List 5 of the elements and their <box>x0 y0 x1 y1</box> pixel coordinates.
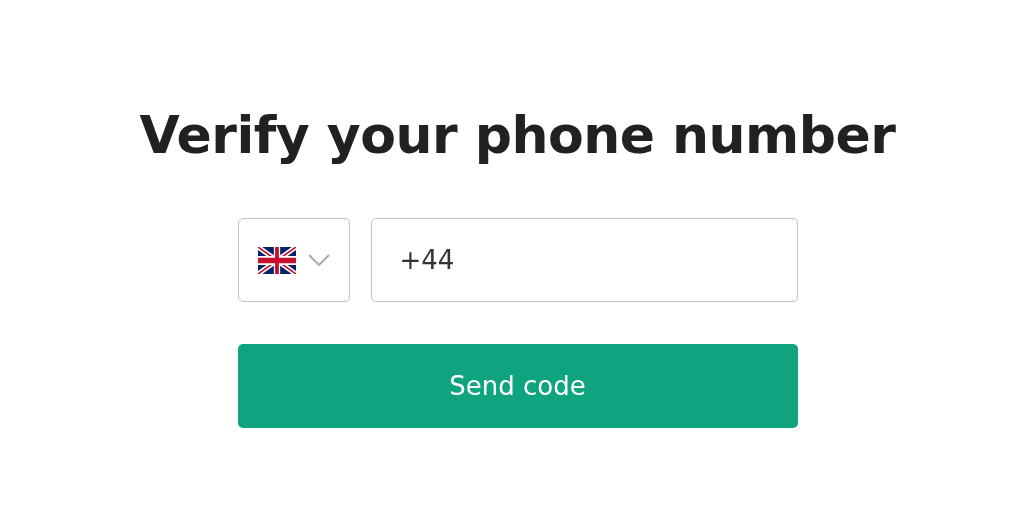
country-select[interactable] <box>237 218 350 302</box>
chevron-down-icon <box>307 254 330 266</box>
page-title: Verify your phone number <box>139 104 896 167</box>
phone-input[interactable]: +44 <box>370 218 798 302</box>
flag-icon <box>257 246 296 274</box>
